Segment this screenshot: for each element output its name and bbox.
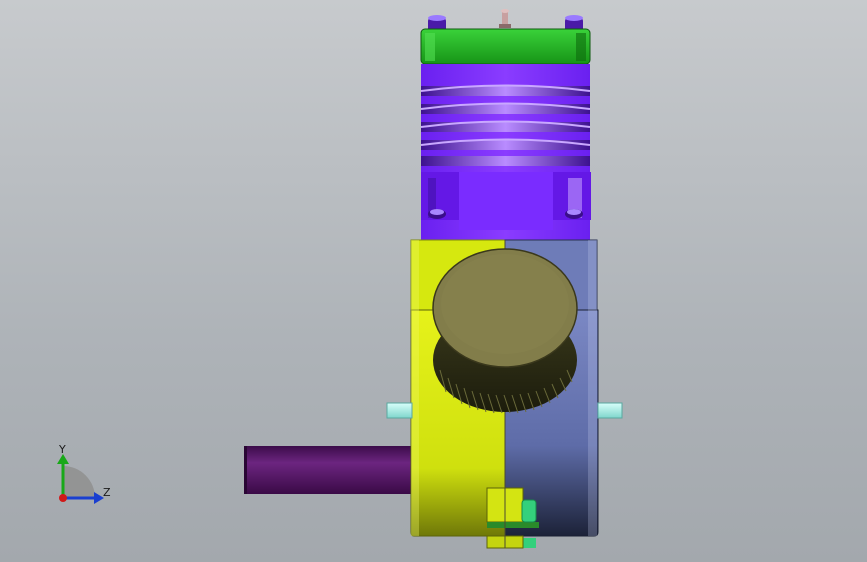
y-axis-label: Y [58, 443, 66, 456]
triad-quadrant [63, 466, 95, 498]
x-axis-dot-icon [59, 494, 67, 502]
drive-hub[interactable] [432, 248, 578, 414]
side-pin-right [597, 402, 623, 419]
side-pin-left [386, 402, 413, 419]
cylinder-bolt-left [428, 209, 446, 219]
glow-plug [499, 9, 511, 28]
z-axis-label: Z [103, 486, 111, 499]
cylinder-head[interactable] [420, 28, 591, 65]
graphics-viewport[interactable]: Y Z [0, 0, 867, 562]
engine-model[interactable] [244, 9, 623, 549]
reference-triad: Y Z [57, 443, 111, 504]
cylinder-bolt-right [565, 209, 583, 219]
exhaust-pipe[interactable] [244, 446, 414, 494]
